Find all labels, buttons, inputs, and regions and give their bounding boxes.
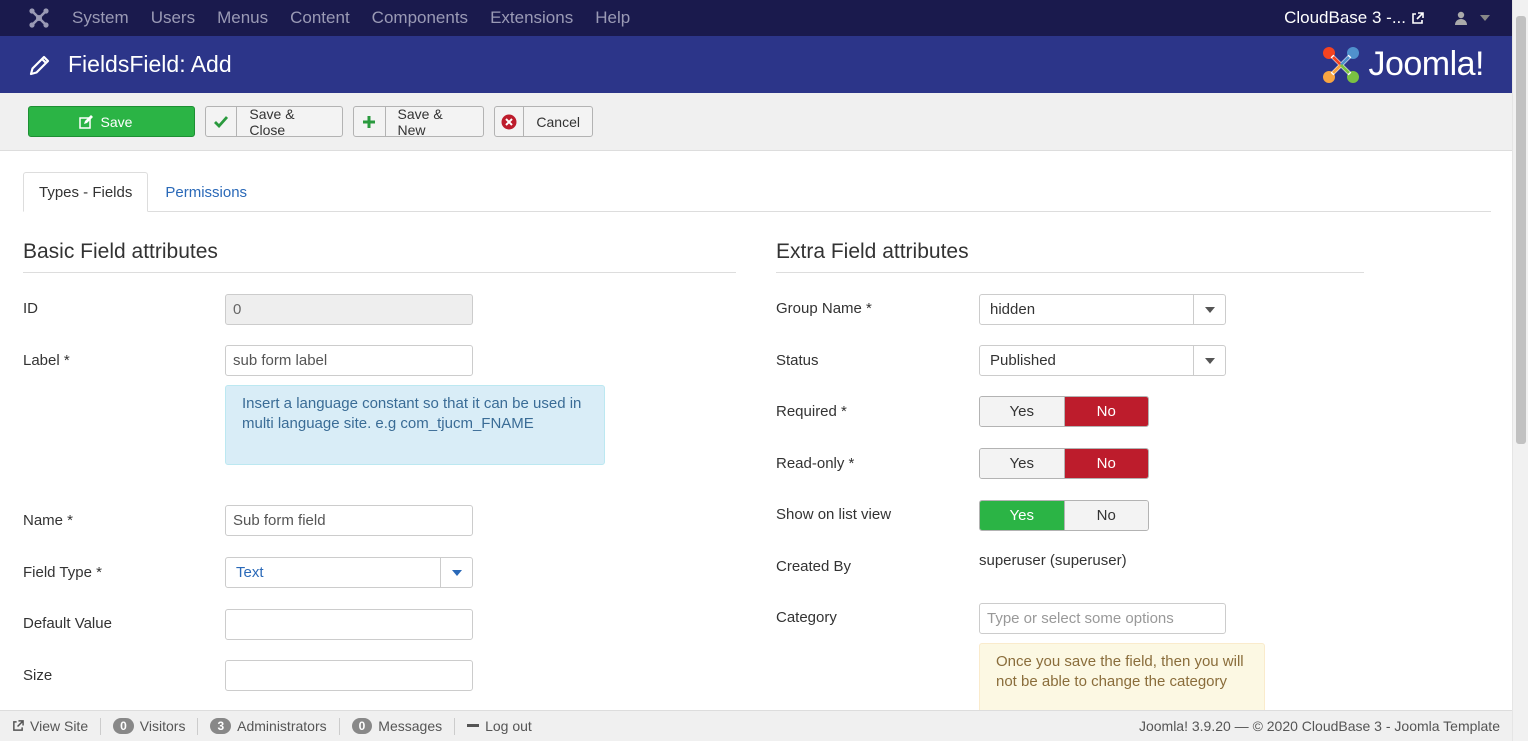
page-header: FieldsField: Add Joomla! [0, 36, 1512, 93]
toolbar: Save Save & Close Save & New Cancel [0, 93, 1512, 151]
status-label: Status [776, 352, 819, 369]
save-label: Save [100, 113, 133, 130]
label-field[interactable]: sub form label [225, 345, 473, 376]
cancel-circle-icon [495, 107, 525, 136]
edit-icon [78, 114, 93, 129]
menu-menus[interactable]: Menus [217, 8, 268, 28]
required-label: Required * [776, 403, 847, 420]
site-name: CloudBase 3 -... [1284, 8, 1406, 27]
messages-count-badge: 0 [351, 718, 373, 734]
menu-help[interactable]: Help [595, 8, 630, 28]
save-new-button[interactable]: Save & New [353, 105, 484, 138]
show-list-view-label: Show on list view [776, 506, 892, 523]
label-help-note: Insert a language constant so that it ca… [225, 385, 605, 465]
visitors-label: Visitors [139, 718, 186, 734]
scrollbar-thumb[interactable] [1516, 16, 1526, 444]
external-link-icon [13, 720, 24, 731]
tab-types-fields[interactable]: Types - Fields [23, 172, 149, 212]
tab-bar: Types - Fields Permissions [23, 172, 1491, 212]
menu-users[interactable]: Users [151, 8, 195, 28]
visitors-count-badge: 0 [113, 718, 134, 734]
administrators-count-badge: 3 [210, 718, 232, 734]
status-bar: View Site 0 Visitors 3 Administrators 0 … [0, 710, 1512, 741]
name-field[interactable]: Sub form field [225, 505, 473, 536]
readonly-toggle: Yes No [979, 448, 1149, 479]
required-no-button[interactable]: No [1063, 397, 1148, 426]
required-toggle: Yes No [979, 396, 1149, 427]
pencil-icon [29, 55, 50, 75]
readonly-yes-button[interactable]: Yes [980, 449, 1064, 478]
joomla-logo-icon [1323, 46, 1360, 83]
show-list-yes-button[interactable]: Yes [980, 501, 1064, 530]
joomla-logo: Joomla! [1320, 44, 1484, 86]
user-icon [1455, 11, 1467, 25]
field-type-label: Field Type * [23, 564, 102, 581]
label-label: Label * [23, 352, 70, 369]
created-by-label: Created By [776, 558, 852, 575]
vertical-scrollbar[interactable] [1512, 0, 1528, 741]
external-link-icon [1412, 11, 1424, 24]
check-icon [206, 107, 238, 136]
joomla-brand-text: Joomla! [1368, 45, 1484, 83]
category-input[interactable]: Type or select some options [979, 603, 1226, 634]
save-button[interactable]: Save [28, 106, 195, 137]
field-type-select[interactable]: Text [225, 557, 473, 588]
logout-label: Log out [485, 718, 532, 734]
cancel-button[interactable]: Cancel [494, 106, 593, 137]
group-name-select[interactable]: hidden [979, 294, 1226, 325]
save-close-label: Save & Close [249, 105, 295, 138]
footer-copyright: Joomla! 3.9.20 — © 2020 CloudBase 3 - Jo… [1138, 718, 1500, 734]
field-type-value: Text [236, 564, 264, 581]
status-select[interactable]: Published [979, 345, 1226, 376]
minus-icon [467, 724, 480, 727]
dropdown-caret-icon [1193, 346, 1225, 375]
group-name-value: hidden [990, 301, 1036, 318]
id-field: 0 [225, 294, 473, 325]
size-label: Size [23, 667, 53, 684]
caret-down-icon [1480, 15, 1490, 21]
default-value-field[interactable] [225, 609, 473, 640]
category-label: Category [776, 609, 837, 626]
view-site-link[interactable]: View Site [0, 717, 102, 735]
plus-icon [354, 107, 386, 136]
show-list-no-button[interactable]: No [1063, 501, 1148, 530]
site-name-link[interactable]: CloudBase 3 -... [1284, 8, 1424, 28]
size-field[interactable] [225, 660, 473, 691]
menu-extensions[interactable]: Extensions [490, 8, 573, 28]
view-site-label: View Site [30, 718, 89, 734]
group-name-label: Group Name * [776, 300, 872, 317]
required-yes-button[interactable]: Yes [980, 397, 1064, 426]
menu-components[interactable]: Components [372, 8, 468, 28]
id-label: ID [23, 300, 38, 317]
created-by-value: superuser (superuser) [979, 552, 1127, 569]
visitors-link[interactable]: 0 Visitors [101, 717, 199, 735]
show-list-view-toggle: Yes No [979, 500, 1149, 531]
administrators-link[interactable]: 3 Administrators [198, 717, 340, 735]
save-new-label: Save & New [397, 105, 443, 138]
top-navbar: System Users Menus Content Components Ex… [0, 0, 1512, 36]
user-menu[interactable] [1454, 11, 1490, 25]
name-label: Name * [23, 512, 74, 529]
status-value: Published [990, 352, 1056, 369]
dropdown-caret-icon [440, 558, 472, 587]
page-title: FieldsField: Add [68, 51, 232, 77]
cancel-label: Cancel [536, 113, 580, 130]
extra-section-heading: Extra Field attributes [776, 240, 1364, 273]
logout-link[interactable]: Log out [455, 718, 544, 735]
menu-content[interactable]: Content [290, 8, 350, 28]
messages-link[interactable]: 0 Messages [340, 717, 456, 735]
basic-section-heading: Basic Field attributes [23, 240, 736, 273]
messages-label: Messages [378, 718, 443, 734]
default-value-label: Default Value [23, 615, 112, 632]
readonly-label: Read-only * [776, 455, 855, 472]
joomla-menu-icon[interactable] [26, 5, 52, 31]
save-close-button[interactable]: Save & Close [205, 105, 343, 138]
tab-permissions[interactable]: Permissions [150, 172, 262, 212]
menu-system[interactable]: System [72, 8, 129, 28]
administrators-label: Administrators [237, 718, 327, 734]
readonly-no-button[interactable]: No [1063, 449, 1148, 478]
dropdown-caret-icon [1193, 295, 1225, 324]
